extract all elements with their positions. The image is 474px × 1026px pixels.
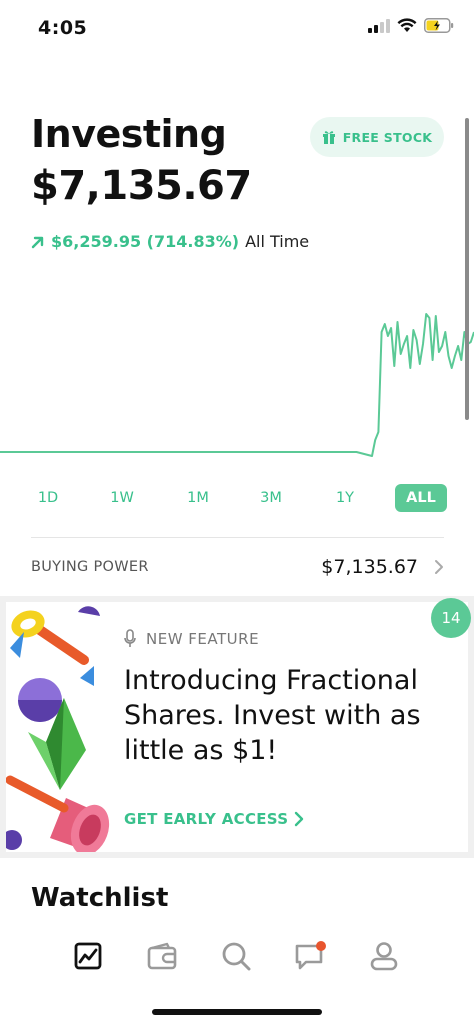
free-stock-button[interactable]: FREE STOCK <box>310 117 444 157</box>
status-time: 4:05 <box>38 17 88 39</box>
tab-account[interactable] <box>364 936 404 976</box>
free-stock-label: FREE STOCK <box>342 129 433 145</box>
tab-messages[interactable] <box>291 936 331 976</box>
tab-bar <box>0 930 474 986</box>
page-title: Investing <box>31 112 227 156</box>
battery-icon <box>424 18 454 33</box>
get-early-access-link[interactable]: GET EARLY ACCESS <box>124 810 304 828</box>
buying-power-row[interactable]: BUYING POWER $7,135.67 <box>31 552 444 582</box>
range-3m[interactable]: 3M <box>259 484 283 512</box>
tab-wallet[interactable] <box>142 936 182 976</box>
tab-search[interactable] <box>216 936 256 976</box>
new-feature-label: NEW FEATURE <box>146 630 260 648</box>
scroll-indicator[interactable] <box>465 118 469 420</box>
chart-series-line <box>0 313 474 457</box>
range-1m[interactable]: 1M <box>186 484 210 512</box>
tab-portfolio[interactable] <box>68 936 108 976</box>
range-all[interactable]: ALL <box>395 484 447 512</box>
microphone-icon <box>124 629 136 647</box>
arrow-up-right-icon <box>31 236 44 248</box>
get-early-access-label: GET EARLY ACCESS <box>124 810 289 828</box>
notification-count-badge[interactable]: 14 <box>431 598 471 638</box>
portfolio-chart[interactable] <box>0 300 474 470</box>
wallet-icon <box>147 942 177 970</box>
status-bar: 4:05 <box>0 0 474 56</box>
signal-icon <box>368 18 390 33</box>
promo-headline: Introducing Fractional Shares. Invest wi… <box>124 665 421 766</box>
chevron-right-icon <box>295 811 304 827</box>
home-indicator[interactable] <box>152 1009 322 1015</box>
notification-dot <box>316 941 326 951</box>
search-icon <box>222 942 251 971</box>
account-icon <box>370 942 398 971</box>
range-1d[interactable]: 1D <box>38 484 58 512</box>
chart-svg <box>0 313 474 457</box>
portfolio-icon <box>74 942 102 970</box>
gift-icon <box>322 131 335 144</box>
shapes-illustration <box>6 606 110 852</box>
gain-row: $6,259.95 (714.83%) All Time <box>31 232 309 251</box>
wifi-icon <box>397 18 417 32</box>
chevron-right-icon <box>435 560 443 574</box>
gain-period: All Time <box>245 232 310 251</box>
watchlist-title: Watchlist <box>31 883 169 913</box>
buying-power-label: BUYING POWER <box>31 559 149 575</box>
range-selector: 1D 1W 1M 3M 1Y ALL <box>0 484 474 512</box>
buying-power-value: $7,135.67 <box>321 556 418 578</box>
status-icons <box>368 18 454 33</box>
new-feature-row: NEW FEATURE <box>124 629 259 649</box>
portfolio-value: $7,135.67 <box>31 163 252 209</box>
promo-illustration <box>6 602 118 852</box>
range-1w[interactable]: 1W <box>110 484 134 512</box>
range-1y[interactable]: 1Y <box>335 484 355 512</box>
gain-value: $6,259.95 (714.83%) <box>51 232 240 251</box>
divider <box>31 537 444 538</box>
messages-icon <box>295 941 326 970</box>
